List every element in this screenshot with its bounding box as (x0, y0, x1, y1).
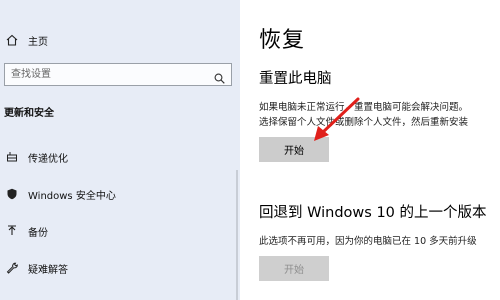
reset-description-line2: 选择保留个人文件或删除个人文件，然后重新安装 (259, 117, 469, 128)
reset-description-line1: 如果电脑未正常运行，重置电脑可能会解决问题。 (259, 102, 469, 113)
search-icon[interactable] (214, 69, 225, 88)
page-title: 恢复 (259, 28, 306, 53)
sidebar-item-backup[interactable]: 备份 (0, 217, 236, 245)
sidebar-item-delivery-optimization[interactable]: 传递优化 (0, 143, 236, 171)
section-title: 更新和安全 (4, 108, 54, 119)
home-icon (5, 33, 19, 47)
sidebar-scrollbar[interactable] (236, 170, 238, 300)
sidebar: 主页 更新和安全 传递优化 Windows 安全中心 备份 疑难解答 (0, 0, 240, 300)
sidebar-item-windows-security[interactable]: Windows 安全中心 (0, 180, 236, 208)
sidebar-item-label: Windows 安全中心 (28, 190, 116, 202)
rollback-heading: 回退到 Windows 10 的上一个版本 (259, 205, 487, 221)
reset-heading: 重置此电脑 (259, 71, 332, 87)
sidebar-item-troubleshoot[interactable]: 疑难解答 (0, 254, 236, 282)
backup-icon (5, 224, 19, 238)
sidebar-item-home[interactable]: 主页 (0, 26, 236, 54)
rollback-description: 此选项不再可用，因为你的电脑已在 10 多天前升级 (259, 236, 477, 247)
sidebar-item-label: 疑难解答 (28, 264, 68, 276)
main-content: 恢复 重置此电脑 如果电脑未正常运行，重置电脑可能会解决问题。 选择保留个人文件… (240, 0, 500, 300)
search-input[interactable] (5, 64, 217, 85)
reset-start-button[interactable]: 开始 (259, 137, 329, 162)
shield-icon (5, 187, 19, 201)
wrench-icon (5, 261, 19, 275)
sidebar-item-label: 传递优化 (28, 153, 68, 165)
sidebar-item-label: 备份 (28, 227, 48, 239)
rollback-start-button: 开始 (259, 256, 329, 281)
search-box[interactable] (4, 63, 232, 86)
sidebar-item-label: 主页 (28, 36, 48, 48)
delivery-optimization-icon (5, 150, 19, 164)
